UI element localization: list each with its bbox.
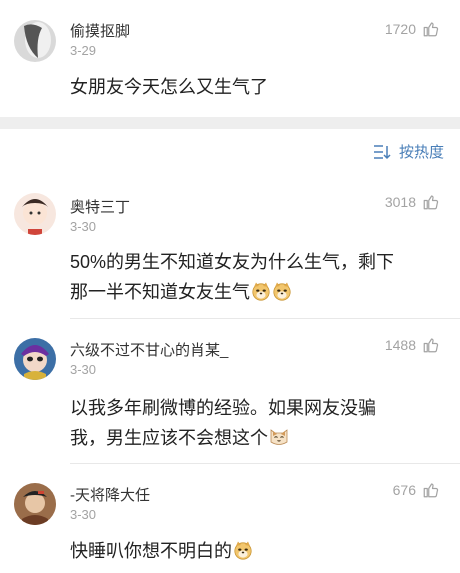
- sort-button[interactable]: 按热度: [373, 141, 444, 162]
- like-count: 676: [392, 482, 416, 498]
- comment-item: -天将降大任 3-30 676 快睡叭你想不明白的: [0, 463, 460, 573]
- comment-text: 女朋友今天怎么又生气了: [70, 77, 268, 97]
- comment-text-line: 以我多年刷微博的经验。如果网友没骗: [70, 398, 376, 418]
- comment-date: 3-30: [70, 219, 97, 234]
- comment-text: 以我多年刷微博的经验。如果网友没骗 我，男生应该不会想这个: [70, 393, 442, 453]
- like-count: 3018: [384, 194, 416, 210]
- thumb-up-icon: [422, 20, 440, 38]
- like-count: 1720: [384, 21, 416, 37]
- username[interactable]: 偷摸抠脚: [70, 20, 130, 41]
- username[interactable]: -天将降大任: [70, 484, 150, 505]
- like-count: 1488: [384, 337, 416, 353]
- comment-text-line: 快睡叭你想不明白的: [70, 536, 442, 566]
- avatar[interactable]: [14, 20, 56, 62]
- top-comment: 偷摸抠脚 3-29 1720 女朋友今天怎么又生气了: [0, 0, 460, 112]
- comment-item: 六级不过不甘心的肖某_ 3-30 1488 以我多年刷微博的经验。如果网友没骗 …: [0, 318, 460, 458]
- avatar[interactable]: [14, 338, 56, 380]
- comment-text-line: 我，男生应该不会想这个: [70, 423, 442, 453]
- comment-text-line: 50%的男生不知道女友为什么生气，剩下: [70, 252, 395, 272]
- thumb-up-icon: [422, 193, 440, 211]
- comment-text: 快睡叭你想不明白的: [70, 536, 442, 566]
- thumb-up-icon: [422, 481, 440, 499]
- avatar[interactable]: [14, 483, 56, 525]
- comment-text: 50%的男生不知道女友为什么生气，剩下 那一半不知道女友生气: [70, 247, 442, 307]
- comment-item: 奥特三丁 3-30 3018 50%的男生不知道女友为什么生气，剩下 那一半不知…: [0, 175, 460, 315]
- doge-emoji-icon: [233, 540, 253, 560]
- like-button[interactable]: 676: [393, 481, 440, 499]
- username[interactable]: 奥特三丁: [70, 196, 130, 217]
- section-divider: [0, 117, 460, 129]
- comment-date: 3-29: [70, 43, 97, 58]
- sort-label: 按热度: [398, 144, 444, 161]
- comment-date: 3-30: [70, 507, 97, 522]
- like-button[interactable]: 1488: [385, 336, 440, 354]
- avatar[interactable]: [14, 193, 56, 235]
- username[interactable]: 六级不过不甘心的肖某_: [70, 339, 228, 360]
- doge-emoji-icon: [272, 281, 292, 301]
- doge-emoji-icon: [251, 281, 271, 301]
- thumb-up-icon: [422, 336, 440, 354]
- comment-text-line: 那一半不知道女友生气: [70, 277, 442, 307]
- comment-date: 3-30: [70, 362, 97, 377]
- sort-icon: [373, 144, 391, 159]
- cat-emoji-icon: [269, 427, 289, 447]
- like-button[interactable]: 3018: [385, 193, 440, 211]
- like-button[interactable]: 1720: [385, 20, 440, 38]
